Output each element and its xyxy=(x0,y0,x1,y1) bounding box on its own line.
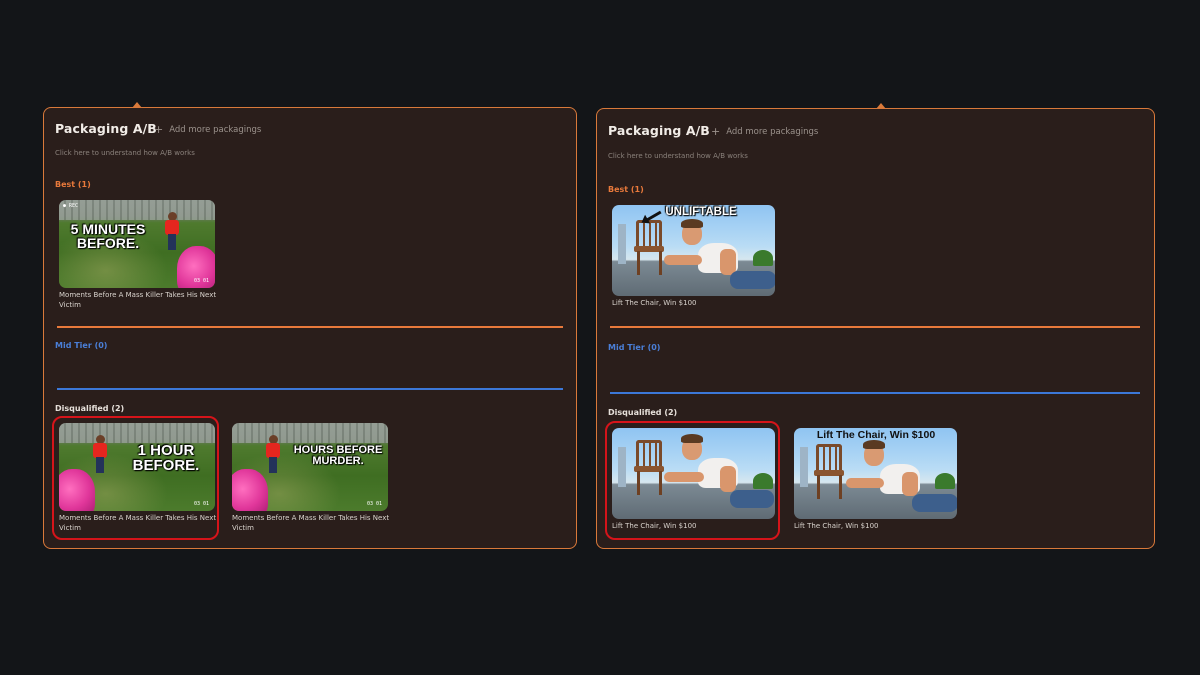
plus-icon: + xyxy=(154,123,164,136)
ab-help-link[interactable]: Click here to understand how A/B works xyxy=(55,149,195,157)
man-shape xyxy=(846,440,957,518)
packaging-card[interactable]: Lift The Chair, Win $100 Lift The Chair,… xyxy=(794,428,957,532)
camera-overlay: ● REC xyxy=(63,203,79,209)
thumbnail-image: UNLIFTABLE xyxy=(612,205,775,296)
card-title: Moments Before A Mass Killer Takes His N… xyxy=(232,514,390,532)
camera-overlay: 03 01 xyxy=(193,501,209,507)
thumbnail-image: 1 HOUR BEFORE. 03 01 xyxy=(59,423,215,511)
thumbnail-text: UNLIFTABLE xyxy=(665,206,737,218)
chair-shape xyxy=(634,220,666,276)
tier-divider-best xyxy=(57,326,563,328)
tier-divider-best xyxy=(610,326,1140,328)
card-title: Moments Before A Mass Killer Takes His N… xyxy=(59,291,217,309)
packaging-card[interactable]: UNLIFTABLE Lift The Chair, Win $100 xyxy=(612,205,775,309)
thumbnail-text: 1 HOUR BEFORE. xyxy=(132,442,200,474)
card-title: Lift The Chair, Win $100 xyxy=(794,522,879,530)
panel-caret xyxy=(876,103,886,109)
packaging-panel-left: Packaging A/B + Add more packagings Clic… xyxy=(43,102,577,549)
person-shape xyxy=(266,435,280,473)
thumbnail-text: HOURS BEFORE MURDER. xyxy=(293,444,383,467)
plus-icon: + xyxy=(711,125,721,138)
panel-title: Packaging A/B xyxy=(608,123,710,138)
thumbnail-image: HOURS BEFORE MURDER. 03 01 xyxy=(232,423,388,511)
tier-label-mid: Mid Tier (0) xyxy=(55,341,108,350)
ab-help-link[interactable]: Click here to understand how A/B works xyxy=(608,152,748,160)
car-shape xyxy=(232,469,268,511)
card-title: Lift The Chair, Win $100 xyxy=(612,299,697,307)
add-more-label: Add more packagings xyxy=(169,124,262,135)
camera-overlay: 03 01 xyxy=(366,501,382,507)
camera-overlay: 03 01 xyxy=(193,278,209,284)
thumbnail-text: Lift The Chair, Win $100 xyxy=(816,429,936,441)
panel-caret xyxy=(132,102,142,108)
tier-label-best: Best (1) xyxy=(608,185,644,194)
packaging-card[interactable]: 1 HOUR BEFORE. 03 01 Moments Before A Ma… xyxy=(59,423,219,533)
packaging-card[interactable]: Lift The Chair, Win $100 xyxy=(612,428,775,532)
man-shape xyxy=(664,219,775,295)
tier-label-disqualified: Disqualified (2) xyxy=(55,404,125,413)
person-shape xyxy=(93,435,107,473)
car-shape xyxy=(59,469,95,511)
tier-divider-mid xyxy=(57,388,563,390)
thumbnail-image: 5 MINUTES BEFORE. ● REC 03 01 xyxy=(59,200,215,288)
packaging-panel-right: Packaging A/B + Add more packagings Clic… xyxy=(596,103,1155,549)
packaging-card[interactable]: 5 MINUTES BEFORE. ● REC 03 01 Moments Be… xyxy=(59,200,219,310)
add-more-packagings-button[interactable]: + Add more packagings xyxy=(154,124,261,135)
thumbnail-image xyxy=(612,428,775,519)
thumbnail-image: Lift The Chair, Win $100 xyxy=(794,428,957,519)
thumbnail-text: 5 MINUTES BEFORE. xyxy=(70,221,146,251)
chair-shape xyxy=(814,444,846,500)
add-more-label: Add more packagings xyxy=(726,126,819,137)
tier-label-best: Best (1) xyxy=(55,180,91,189)
man-shape xyxy=(664,432,774,518)
person-shape xyxy=(165,212,179,250)
tier-label-mid: Mid Tier (0) xyxy=(608,343,661,352)
tier-label-disqualified: Disqualified (2) xyxy=(608,408,678,417)
panel-title: Packaging A/B xyxy=(55,121,157,136)
card-title: Lift The Chair, Win $100 xyxy=(612,522,697,530)
tier-divider-mid xyxy=(610,392,1140,394)
add-more-packagings-button[interactable]: + Add more packagings xyxy=(711,126,818,137)
chair-shape xyxy=(634,440,666,496)
packaging-card[interactable]: HOURS BEFORE MURDER. 03 01 Moments Befor… xyxy=(232,423,392,533)
card-title: Moments Before A Mass Killer Takes His N… xyxy=(59,514,217,532)
